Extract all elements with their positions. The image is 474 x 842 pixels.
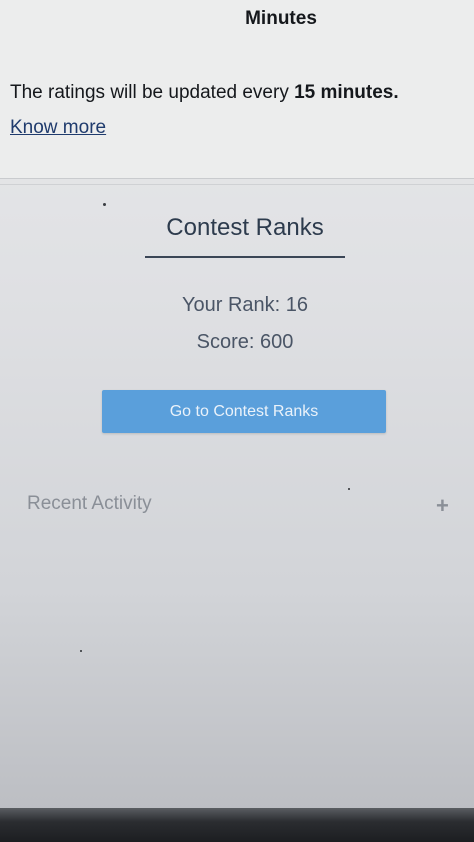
- screen-speck: [348, 488, 350, 490]
- ratings-interval: 15 minutes.: [294, 82, 399, 103]
- your-rank-text: Your Rank: 16: [181, 294, 308, 316]
- score-text: Score: 600: [196, 331, 294, 353]
- screen-speck: [80, 650, 82, 652]
- contest-ranks-title: Contest Ranks: [166, 214, 324, 241]
- know-more-link[interactable]: Know more: [10, 117, 106, 139]
- minutes-heading: Minutes: [245, 8, 317, 29]
- go-to-contest-ranks-button[interactable]: Go to Contest Ranks: [102, 390, 386, 433]
- screen-speck: [103, 203, 106, 206]
- section-divider: [0, 184, 474, 185]
- device-bottom-edge: [0, 808, 474, 842]
- recent-activity-title: Recent Activity: [27, 493, 152, 514]
- ratings-text-prefix: The ratings will be updated every: [10, 82, 295, 103]
- title-underline: [145, 256, 345, 258]
- expand-plus-icon[interactable]: +: [436, 493, 449, 519]
- ratings-info-card: Minutes The ratings will be updated ever…: [0, 0, 474, 179]
- ratings-update-text: The ratings will be updated every 15 min…: [10, 82, 470, 104]
